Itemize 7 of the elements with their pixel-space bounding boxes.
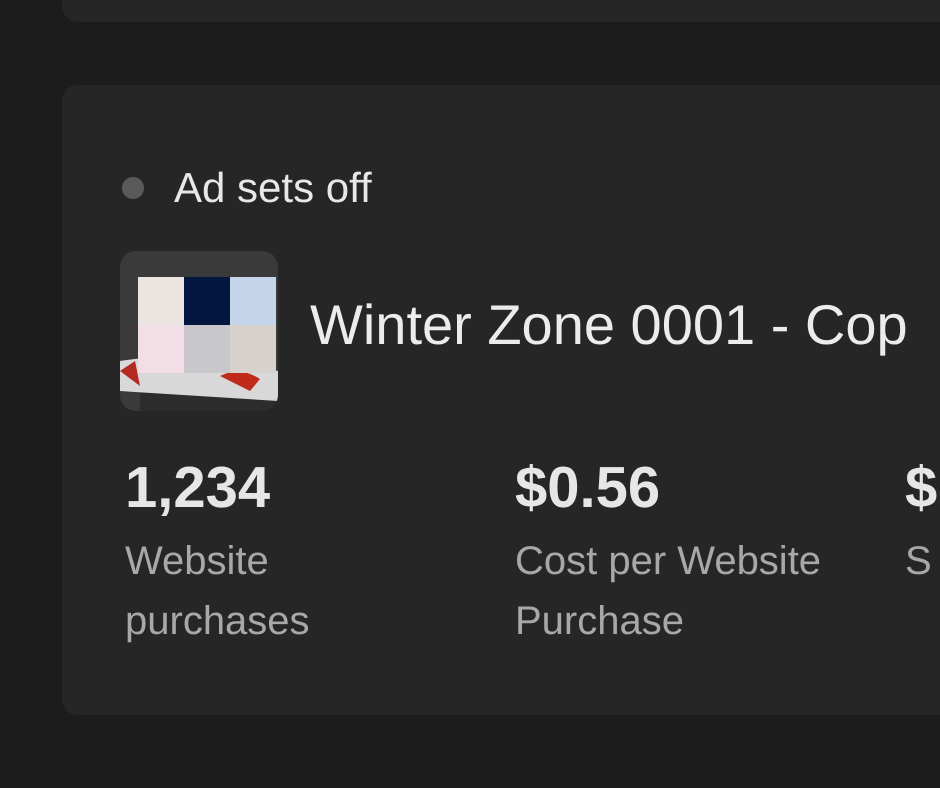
- metric-value: $: [905, 459, 938, 517]
- metric-label: S: [905, 538, 933, 585]
- metric-value: $0.56: [515, 459, 662, 517]
- status-label: Ad sets off: [174, 167, 372, 209]
- metric-label: Cost per Website Purchase: [515, 538, 822, 645]
- metric-label: Website purchases: [125, 538, 311, 645]
- metric-value: 1,234: [125, 459, 272, 517]
